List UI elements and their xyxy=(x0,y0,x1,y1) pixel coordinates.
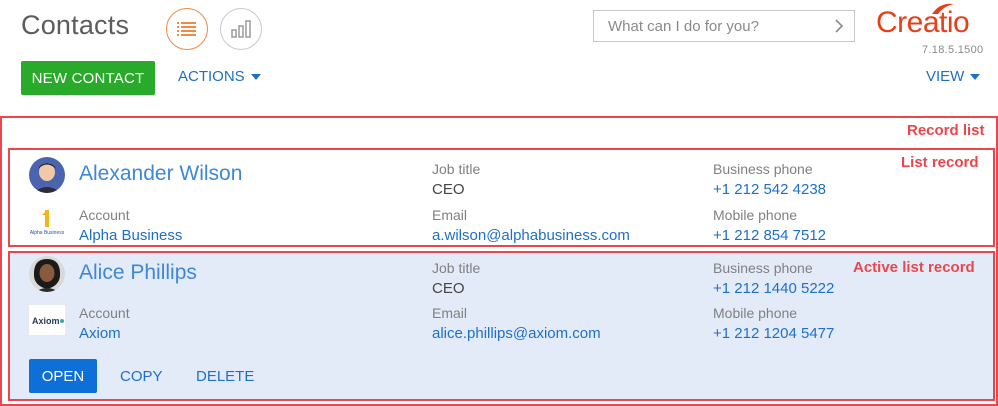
email-link[interactable]: a.wilson@alphabusiness.com xyxy=(432,227,630,244)
view-menu-button[interactable]: VIEW xyxy=(926,68,981,85)
delete-button[interactable]: DELETE xyxy=(196,368,254,385)
mobile-phone-link[interactable]: +1 212 1204 5477 xyxy=(713,325,834,342)
account-caption: Account xyxy=(79,305,130,321)
command-search-box[interactable] xyxy=(593,10,855,42)
contact-name[interactable]: Alice Phillips xyxy=(79,261,197,285)
logo-swoosh-icon xyxy=(932,3,954,14)
bar-chart-icon xyxy=(231,20,251,38)
page-title: Contacts xyxy=(21,10,130,40)
list-view-button[interactable] xyxy=(166,8,208,50)
new-contact-button[interactable]: NEW CONTACT xyxy=(21,61,155,95)
job-title-caption: Job title xyxy=(432,161,481,177)
business-phone-caption: Business phone xyxy=(713,161,813,177)
actions-menu-button[interactable]: ACTIONS xyxy=(178,68,261,85)
copy-button[interactable]: COPY xyxy=(120,368,163,385)
account-logo: Alpha Business xyxy=(29,207,65,237)
contact-name[interactable]: Alexander Wilson xyxy=(79,162,242,186)
business-phone-link[interactable]: +1 212 542 4238 xyxy=(713,181,826,198)
job-title-value: CEO xyxy=(432,181,465,198)
email-caption: Email xyxy=(432,305,468,321)
email-caption: Email xyxy=(432,207,468,223)
caret-down-icon xyxy=(250,73,261,80)
record-list-label: Record list xyxy=(907,122,985,139)
account-caption: Account xyxy=(79,207,130,223)
view-label: VIEW xyxy=(926,68,965,85)
open-button[interactable]: OPEN xyxy=(29,359,97,393)
job-title-caption: Job title xyxy=(432,260,481,276)
avatar xyxy=(29,157,65,193)
active-list-record-label: Active list record xyxy=(853,259,975,276)
business-phone-link[interactable]: +1 212 1440 5222 xyxy=(713,280,834,297)
account-link[interactable]: Alpha Business xyxy=(79,227,182,244)
account-logo: Axiom xyxy=(29,305,65,335)
mobile-phone-link[interactable]: +1 212 854 7512 xyxy=(713,227,826,244)
mobile-phone-caption: Mobile phone xyxy=(713,207,798,223)
chevron-right-icon[interactable] xyxy=(834,19,844,33)
business-phone-caption: Business phone xyxy=(713,260,813,276)
app-version: 7.18.5.1500 xyxy=(922,44,984,56)
job-title-value: CEO xyxy=(432,280,465,297)
search-input[interactable] xyxy=(606,16,820,36)
list-icon xyxy=(177,22,196,36)
actions-label: ACTIONS xyxy=(178,68,245,85)
mobile-phone-caption: Mobile phone xyxy=(713,305,798,321)
list-record-label: List record xyxy=(901,154,979,171)
account-logo-text: Alpha Business xyxy=(30,230,65,236)
caret-down-icon xyxy=(970,73,981,80)
avatar xyxy=(29,256,65,292)
account-logo-text: Axiom xyxy=(32,316,60,326)
account-link[interactable]: Axiom xyxy=(79,325,121,342)
email-link[interactable]: alice.phillips@axiom.com xyxy=(432,325,601,342)
analytics-view-button[interactable] xyxy=(220,8,262,50)
